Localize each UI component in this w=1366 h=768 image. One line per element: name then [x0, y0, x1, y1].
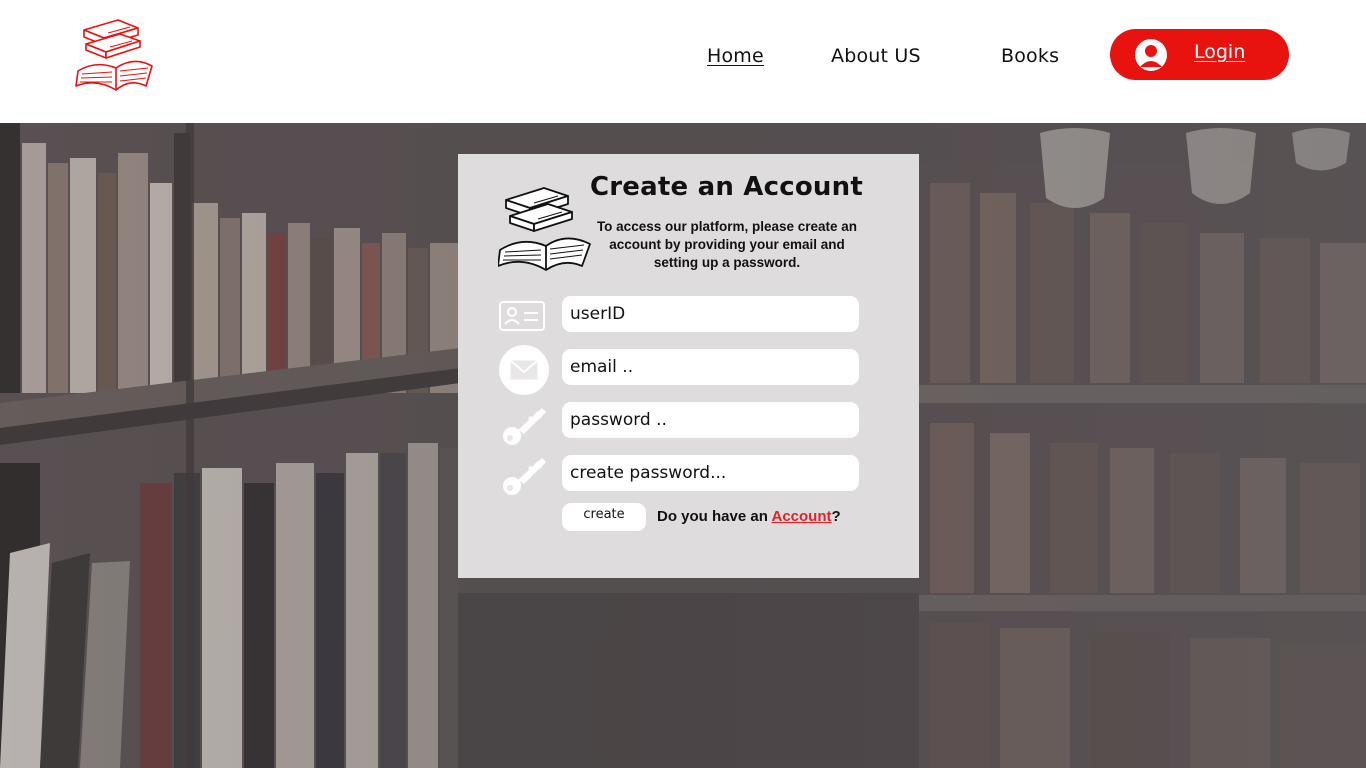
password-input[interactable] [570, 410, 851, 430]
userid-input[interactable] [570, 304, 851, 324]
books-stack-logo-icon[interactable] [74, 16, 156, 94]
envelope-icon [499, 345, 549, 395]
create-button[interactable]: create [562, 503, 646, 531]
card-description: To access our platform, please create an… [596, 219, 858, 270]
login-label: Login [1194, 41, 1246, 63]
account-link[interactable]: Account [771, 508, 831, 525]
id-card-icon [499, 301, 545, 331]
userid-field[interactable] [562, 296, 859, 332]
books-stack-icon [498, 187, 591, 271]
key-icon [503, 408, 546, 445]
email-input[interactable] [570, 357, 851, 377]
create-password-field[interactable] [562, 455, 859, 491]
password-field[interactable] [562, 402, 859, 438]
nav-books-link[interactable]: Books [1001, 45, 1059, 67]
create-account-card: Create an Account To access our platform… [458, 154, 919, 578]
site-header: Home About US Books Login [0, 0, 1366, 123]
nav-home-link[interactable]: Home [707, 45, 764, 67]
key-icon [503, 458, 546, 495]
create-password-input[interactable] [570, 463, 851, 483]
nav-about-link[interactable]: About US [831, 45, 921, 67]
email-field[interactable] [562, 349, 859, 385]
account-prompt: Do you have an Account? [657, 508, 841, 525]
user-avatar-icon [1135, 39, 1167, 71]
login-button[interactable]: Login [1110, 29, 1289, 80]
card-title: Create an Account [590, 172, 863, 202]
account-prompt-suffix: ? [831, 508, 841, 525]
account-prompt-text: Do you have an [657, 508, 772, 525]
